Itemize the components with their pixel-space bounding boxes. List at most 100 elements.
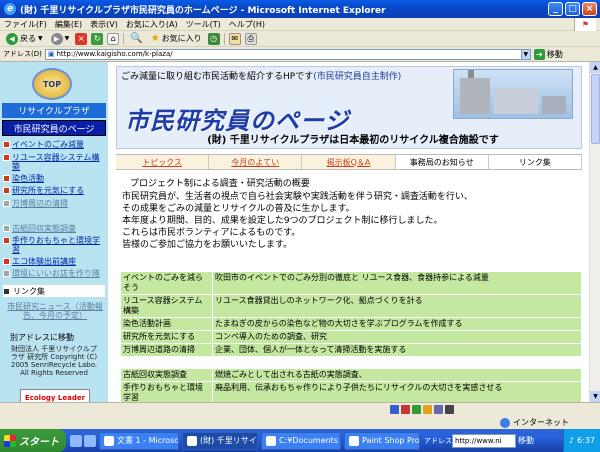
project-desc: リユース食器貸出しのネットワーク化、拠点づくりを計る (212, 294, 582, 318)
forward-button[interactable]: ▶ ▼ (49, 32, 72, 46)
sidebar-item-reuse[interactable]: リユース容器システム構築 (3, 153, 105, 171)
ecology-banner[interactable]: Ecology Leader (20, 389, 90, 402)
mail-icon[interactable]: ✉ (228, 32, 241, 45)
toolbar-separator (123, 32, 125, 45)
maximize-button[interactable]: □ (565, 2, 580, 16)
intro-line: 皆様のご参加ご協力をお願いいたします。 (122, 240, 293, 250)
project-name: 研究所を元気にする (120, 330, 213, 344)
intro-line: その成果をごみの減量とリサイクルの普及に生かします。 (122, 204, 355, 214)
tool-icon[interactable] (434, 405, 443, 414)
go-label: 移動 (546, 49, 563, 59)
folder-icon (266, 435, 276, 446)
sidebar-item-dyeing[interactable]: 染色活動 (3, 174, 105, 183)
menu-help[interactable]: ヘルプ(H) (229, 19, 265, 30)
ie-icon: e (4, 3, 16, 15)
project-desc: 燃焼ごみとして出される古紙の実態調査、 (212, 368, 582, 382)
address-input[interactable]: ▣ http://www.kaigisho.com/k-plaza/ (44, 48, 522, 60)
square-bullet-icon (3, 225, 10, 232)
other-address-link[interactable]: 別アドレスに移動 (10, 332, 74, 343)
sidebar-item-event[interactable]: イベントのごみ減量 (3, 140, 105, 149)
header-strap: (財) 千里リサイクルプラザは日本最初のリサイクル複合施設です (207, 135, 499, 146)
ime-icon[interactable] (401, 405, 410, 414)
ie-icon (187, 435, 197, 446)
project-desc: たまねぎの皮からの染色など物の大切さを学ぶプログラムを作成する (212, 317, 582, 331)
tab-bbs[interactable]: 掲示板Q＆A (302, 155, 396, 169)
sidebar-item-eco-shop[interactable]: 環境にいいお店を作り隊 (3, 269, 105, 278)
project-desc: 廃品利用、伝承おもちゃ作りにより子供たちにリサイクルの大切さを実感させる (212, 381, 582, 402)
favorites-button[interactable]: ★ お気に入り (149, 32, 204, 46)
table-row: 万博周辺道路の清掃 企業、団体、個人が一体となって清掃活動を実施する (120, 343, 582, 357)
taskbar-button-explorer[interactable]: C:¥Documents an... (261, 431, 341, 450)
tab-links[interactable]: リンク集 (488, 155, 583, 169)
sidebar-item-handmade-toys[interactable]: 手作りおもちゃと環境学習 (3, 236, 105, 254)
chevron-down-icon: ▼ (38, 35, 43, 42)
sidebar-item-expo-cleanup[interactable]: 万博周辺の清掃 (3, 199, 105, 208)
tab-office-news[interactable]: 事務局のお知らせ (395, 155, 489, 169)
recycle-plaza-link[interactable]: リサイクルプラザ (2, 103, 106, 118)
taskbar-address-input[interactable]: http://www.ni (452, 433, 516, 448)
table-row: リユース容器システム構築 リユース食器貸出しのネットワーク化、拠点づくりを計る (120, 294, 582, 318)
globe-icon (500, 417, 510, 428)
minimize-button[interactable]: _ (548, 2, 563, 16)
tool-icon[interactable] (423, 405, 432, 414)
top-logo-button[interactable]: TOP (32, 68, 72, 100)
history-icon[interactable]: ◷ (207, 32, 220, 45)
sidebar-item-paper-survey[interactable]: 古紙回収実態調査 (3, 224, 105, 233)
back-button[interactable]: ◀ 戻る ▼ (4, 32, 45, 46)
taskbar-button-word[interactable]: 文書 1 - Microsof... (99, 431, 179, 450)
print-icon[interactable]: ⎙ (244, 32, 257, 45)
menu-file[interactable]: ファイル(F) (4, 19, 47, 30)
ie-quicklaunch-icon[interactable] (70, 434, 82, 447)
intro-heading: プロジェクト制による調査・研究活動の概要 (130, 179, 310, 189)
menu-edit[interactable]: 編集(E) (55, 19, 82, 30)
menu-view[interactable]: 表示(V) (90, 19, 118, 30)
scroll-down-icon[interactable]: ▼ (590, 391, 600, 402)
quick-launch (70, 434, 96, 447)
tab-topics[interactable]: トピックス (116, 155, 210, 169)
square-bullet-icon (3, 154, 10, 161)
go-button[interactable]: ➔ 移動 (533, 48, 563, 60)
desktop-quicklaunch-icon[interactable] (84, 434, 96, 447)
volume-icon[interactable]: ♪ (569, 436, 574, 445)
clock: 6:37 (577, 436, 595, 445)
square-bullet-icon (3, 258, 10, 265)
menu-tools[interactable]: ツール(T) (186, 19, 221, 30)
taskbar-button-paintshop[interactable]: Paint Shop Pro (344, 431, 420, 450)
square-bullet-icon (3, 270, 10, 277)
star-icon: ★ (150, 33, 160, 44)
taskbar-button-ie[interactable]: (財) 千里リサイク... (182, 431, 258, 450)
close-button[interactable]: × (582, 2, 597, 16)
menu-bar: ファイル(F) 編集(E) 表示(V) お気に入り(A) ツール(T) ヘルプ(… (0, 18, 600, 31)
chevron-down-icon: ▼ (64, 35, 70, 42)
taskbar-go-button[interactable]: 移動 (518, 435, 534, 446)
start-button[interactable]: スタート (0, 429, 66, 452)
sidebar-news-link[interactable]: 市民研究ニュース（活動報告、今月の予定） (5, 302, 105, 320)
stop-icon[interactable]: × (75, 32, 88, 45)
square-bullet-icon (3, 175, 10, 182)
address-dropdown-icon[interactable]: ▼ (520, 48, 531, 60)
project-name: 万博周辺道路の清掃 (120, 343, 213, 357)
vertical-scrollbar[interactable]: ▲ ▼ (589, 62, 600, 402)
sidebar-link-header[interactable]: リンク集 (3, 285, 105, 297)
menu-favorites[interactable]: お気に入り(A) (126, 19, 178, 30)
tool-icon[interactable] (445, 405, 454, 414)
scrollbar-thumb[interactable] (591, 74, 600, 144)
square-bullet-icon (3, 288, 10, 295)
tool-icon[interactable] (412, 405, 421, 414)
page-icon: ▣ (47, 50, 55, 58)
intro-line: 本年度より期間、目的、成果を設定した9つのプロジェクト制に移行しました。 (122, 216, 443, 226)
security-zone: インターネット (500, 417, 569, 428)
scroll-up-icon[interactable]: ▲ (590, 62, 600, 73)
address-label: アドレス(D) (3, 50, 42, 58)
system-tray: ♪ 6:37 (562, 429, 600, 452)
refresh-icon[interactable]: ↻ (91, 32, 104, 45)
sidebar-item-institute[interactable]: 研究所を元気にする (3, 186, 105, 195)
language-icon[interactable] (390, 405, 399, 414)
sidebar-item-eco-lecture[interactable]: エコ体験出前講座 (3, 257, 105, 266)
toolbar-separator (223, 32, 225, 45)
status-bar: インターネット (0, 402, 600, 429)
search-button[interactable]: 🔍 (128, 32, 144, 46)
tab-monthly-schedule[interactable]: 今月のよてい (209, 155, 303, 169)
favorites-label: お気に入り (161, 34, 202, 43)
home-icon[interactable]: ⌂ (107, 32, 120, 45)
